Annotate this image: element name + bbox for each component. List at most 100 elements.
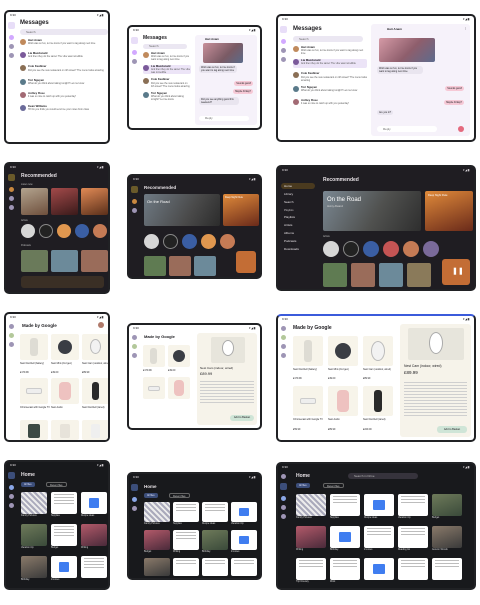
shop-nav-icon[interactable] <box>280 335 286 340</box>
files-nav-icon[interactable] <box>8 503 14 508</box>
list-item[interactable]: Cole Faulkner Did you see the new restaur… <box>143 78 191 88</box>
file-thumb[interactable] <box>51 492 77 514</box>
folder-thumb[interactable] <box>231 530 257 550</box>
artist-avatar[interactable] <box>75 224 89 238</box>
file-thumb[interactable] <box>202 502 228 522</box>
file-thumb[interactable] <box>202 558 228 576</box>
file-thumb[interactable] <box>364 526 394 548</box>
artist-avatar[interactable] <box>201 234 216 249</box>
search-input[interactable]: Search <box>20 29 108 35</box>
filter-chip-all[interactable]: All files <box>21 482 35 487</box>
file-thumb[interactable] <box>21 524 47 546</box>
reply-input[interactable]: Reply <box>377 126 437 132</box>
shop-nav-icon[interactable] <box>8 333 14 338</box>
album-tile[interactable] <box>51 188 78 215</box>
product-card[interactable] <box>51 420 79 440</box>
podcast-tile[interactable] <box>379 263 403 287</box>
artist-avatar[interactable] <box>163 234 178 249</box>
file-thumb[interactable] <box>81 556 107 578</box>
product-card[interactable] <box>20 334 48 360</box>
drawer-item-search[interactable]: Search <box>281 199 315 205</box>
drawer-item-podcasts[interactable]: Podcasts <box>281 238 315 244</box>
product-card[interactable] <box>20 420 48 440</box>
folder-thumb[interactable] <box>364 558 394 580</box>
chat-nav-icon[interactable] <box>280 39 286 44</box>
filter-chip-recent[interactable]: Recent files <box>323 483 344 488</box>
file-thumb[interactable] <box>51 524 77 546</box>
now-playing-card[interactable] <box>236 251 256 273</box>
product-card[interactable] <box>51 378 79 404</box>
artist-avatar[interactable] <box>182 234 197 249</box>
avatar[interactable] <box>98 322 104 328</box>
filter-chip-recent[interactable]: Recent files <box>46 482 67 487</box>
add-to-basket-button[interactable]: Add to Basket <box>437 426 467 433</box>
home-nav-icon[interactable] <box>280 496 286 501</box>
album-tile[interactable] <box>81 188 108 215</box>
drawer-item-artists[interactable]: Artists <box>281 222 315 228</box>
product-card[interactable] <box>168 377 190 399</box>
podcast-tile[interactable] <box>407 263 431 287</box>
podcast-tile[interactable] <box>51 250 78 272</box>
file-thumb[interactable] <box>432 494 462 516</box>
cart-nav-icon[interactable] <box>280 344 286 349</box>
search-input[interactable]: Search in Drive <box>348 473 418 479</box>
podcast-tile[interactable] <box>169 256 191 276</box>
settings-nav-icon[interactable] <box>8 53 14 58</box>
library-nav-icon[interactable] <box>8 196 14 201</box>
artist-avatar[interactable] <box>403 241 419 257</box>
search-input[interactable]: Search <box>143 44 187 49</box>
list-item[interactable]: Hari Anam Work was so fun, let me know if… <box>20 38 108 48</box>
people-nav-icon[interactable] <box>280 48 286 53</box>
product-card[interactable] <box>82 420 108 440</box>
new-file-fab[interactable] <box>279 483 287 490</box>
search-fab[interactable] <box>7 174 15 181</box>
album-tile[interactable]: Deep Night Flute <box>223 194 259 226</box>
file-thumb[interactable] <box>21 556 47 578</box>
file-thumb[interactable] <box>296 526 326 548</box>
home-nav-icon[interactable] <box>8 187 14 192</box>
podcast-tile[interactable] <box>351 263 375 287</box>
list-item[interactable]: Ashley Rose It was so nice to catch up wi… <box>293 98 367 108</box>
library-nav-icon[interactable] <box>131 208 137 213</box>
list-item[interactable]: Cole Faulkner Did you see the new restaur… <box>20 65 108 74</box>
file-thumb[interactable] <box>296 558 326 580</box>
product-card[interactable] <box>363 336 393 366</box>
more-icon[interactable]: ⋮ <box>464 26 467 30</box>
file-thumb[interactable] <box>173 502 199 522</box>
list-item[interactable]: Ashley Rose It was so nice to catch up wi… <box>20 91 108 101</box>
file-thumb[interactable] <box>144 530 170 550</box>
mini-player[interactable] <box>21 276 104 288</box>
podcast-tile[interactable] <box>21 250 48 272</box>
cart-nav-icon[interactable] <box>131 353 137 358</box>
file-thumb[interactable] <box>330 558 360 580</box>
list-item[interactable]: Lia Macdonald And then they do the same! … <box>293 58 367 69</box>
new-file-fab[interactable] <box>130 484 138 491</box>
home-nav-icon[interactable] <box>8 485 14 490</box>
artist-avatar[interactable] <box>57 224 71 238</box>
settings-nav-icon[interactable] <box>280 57 286 62</box>
search-input[interactable]: Search <box>293 36 363 42</box>
send-button[interactable] <box>458 126 464 132</box>
file-thumb[interactable] <box>173 530 199 550</box>
filter-chip-all[interactable]: All files <box>144 493 158 498</box>
list-item[interactable]: Lia Macdonald And then they do the same! … <box>20 51 108 61</box>
file-thumb[interactable] <box>231 558 257 576</box>
drawer-item-home[interactable]: Home <box>281 183 315 189</box>
compose-fab[interactable] <box>279 26 287 33</box>
podcast-tile[interactable] <box>144 256 166 276</box>
folder-thumb[interactable] <box>81 492 107 514</box>
podcast-tile[interactable] <box>323 263 347 287</box>
list-item[interactable]: Tori Nguyen What do you think about takin… <box>20 78 108 88</box>
new-file-fab[interactable] <box>7 472 15 479</box>
file-thumb[interactable] <box>202 530 228 550</box>
reply-input[interactable]: Reply <box>199 116 249 121</box>
files-nav-icon[interactable] <box>280 514 286 519</box>
artist-avatar[interactable] <box>21 224 35 238</box>
podcast-tile[interactable] <box>81 250 108 272</box>
artist-avatar[interactable] <box>144 234 159 249</box>
now-playing-card[interactable]: ❚❚ <box>442 259 470 285</box>
product-card[interactable] <box>82 378 108 404</box>
product-card[interactable] <box>293 336 323 366</box>
hero-banner[interactable]: On the Road Jenny Alvarez <box>323 191 421 231</box>
file-thumb[interactable] <box>144 502 170 522</box>
